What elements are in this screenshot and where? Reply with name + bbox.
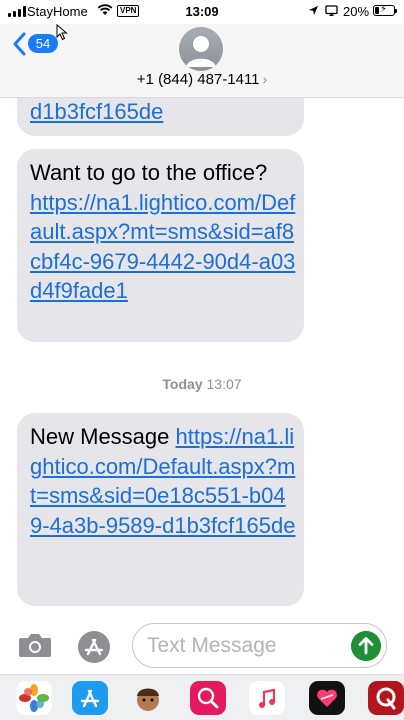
message-text: New Message: [30, 424, 176, 449]
memoji-app-icon[interactable]: [130, 681, 166, 715]
conversation-header: 54 +1 (844) 487-1411 ›: [0, 24, 404, 98]
heart-app-icon[interactable]: [309, 681, 345, 715]
app-store-icon[interactable]: [76, 629, 112, 665]
incoming-message-bubble[interactable]: Want to go to the office? https://na1.li…: [17, 149, 304, 342]
cellular-signal-icon: [8, 6, 26, 17]
location-arrow-icon: [309, 6, 318, 15]
battery-icon: ⚡: [373, 4, 397, 16]
music-app-icon[interactable]: [249, 681, 285, 715]
incoming-message-bubble[interactable]: d1b3fcf165de: [17, 98, 304, 136]
timestamp-time: 13:07: [206, 376, 242, 392]
message-input-field[interactable]: [132, 623, 387, 668]
app-store-app-icon[interactable]: [72, 681, 108, 715]
person-silhouette-icon: [186, 36, 216, 67]
photos-app-icon[interactable]: [16, 681, 52, 715]
compose-bar: [0, 618, 404, 674]
screen-mirroring-icon: [325, 5, 338, 16]
imessage-app-drawer: [0, 674, 404, 720]
vpn-badge: VPN: [117, 5, 140, 17]
contact-phone-number: +1 (844) 487-1411: [136, 71, 260, 88]
message-text: Want to go to the office?: [30, 160, 268, 185]
battery-percentage: 20%: [343, 4, 370, 19]
send-arrow-icon[interactable]: [351, 631, 381, 661]
timestamp-day: Today: [162, 376, 203, 392]
carrier-name: StayHome: [27, 4, 88, 19]
status-bar: StayHome VPN 13:09 20% ⚡: [0, 0, 404, 24]
message-timestamp: Today 13:07: [0, 376, 404, 392]
contact-avatar[interactable]: [179, 27, 223, 71]
camera-icon[interactable]: [18, 632, 52, 658]
message-link[interactable]: d1b3fcf165de: [30, 99, 163, 124]
search-images-app-icon[interactable]: [190, 681, 226, 715]
battery-level-fill: [375, 7, 379, 14]
message-input[interactable]: [147, 624, 347, 667]
chevron-right-icon: ›: [262, 71, 268, 87]
charging-bolt-icon: ⚡: [380, 4, 388, 15]
wifi-icon: [97, 4, 113, 15]
incoming-message-bubble[interactable]: New Message https://na1.lightico.com/Def…: [17, 413, 304, 606]
message-list[interactable]: d1b3fcf165de Want to go to the office? h…: [0, 98, 404, 618]
q-app-icon[interactable]: [368, 681, 404, 715]
unread-count-badge[interactable]: 54: [28, 34, 58, 53]
pointer-cursor-icon: [56, 24, 68, 41]
contact-name-button[interactable]: +1 (844) 487-1411 ›: [0, 71, 404, 88]
message-link[interactable]: https://na1.lightico.com/Default.aspx?mt…: [30, 190, 295, 304]
back-chevron-icon[interactable]: [10, 30, 30, 58]
